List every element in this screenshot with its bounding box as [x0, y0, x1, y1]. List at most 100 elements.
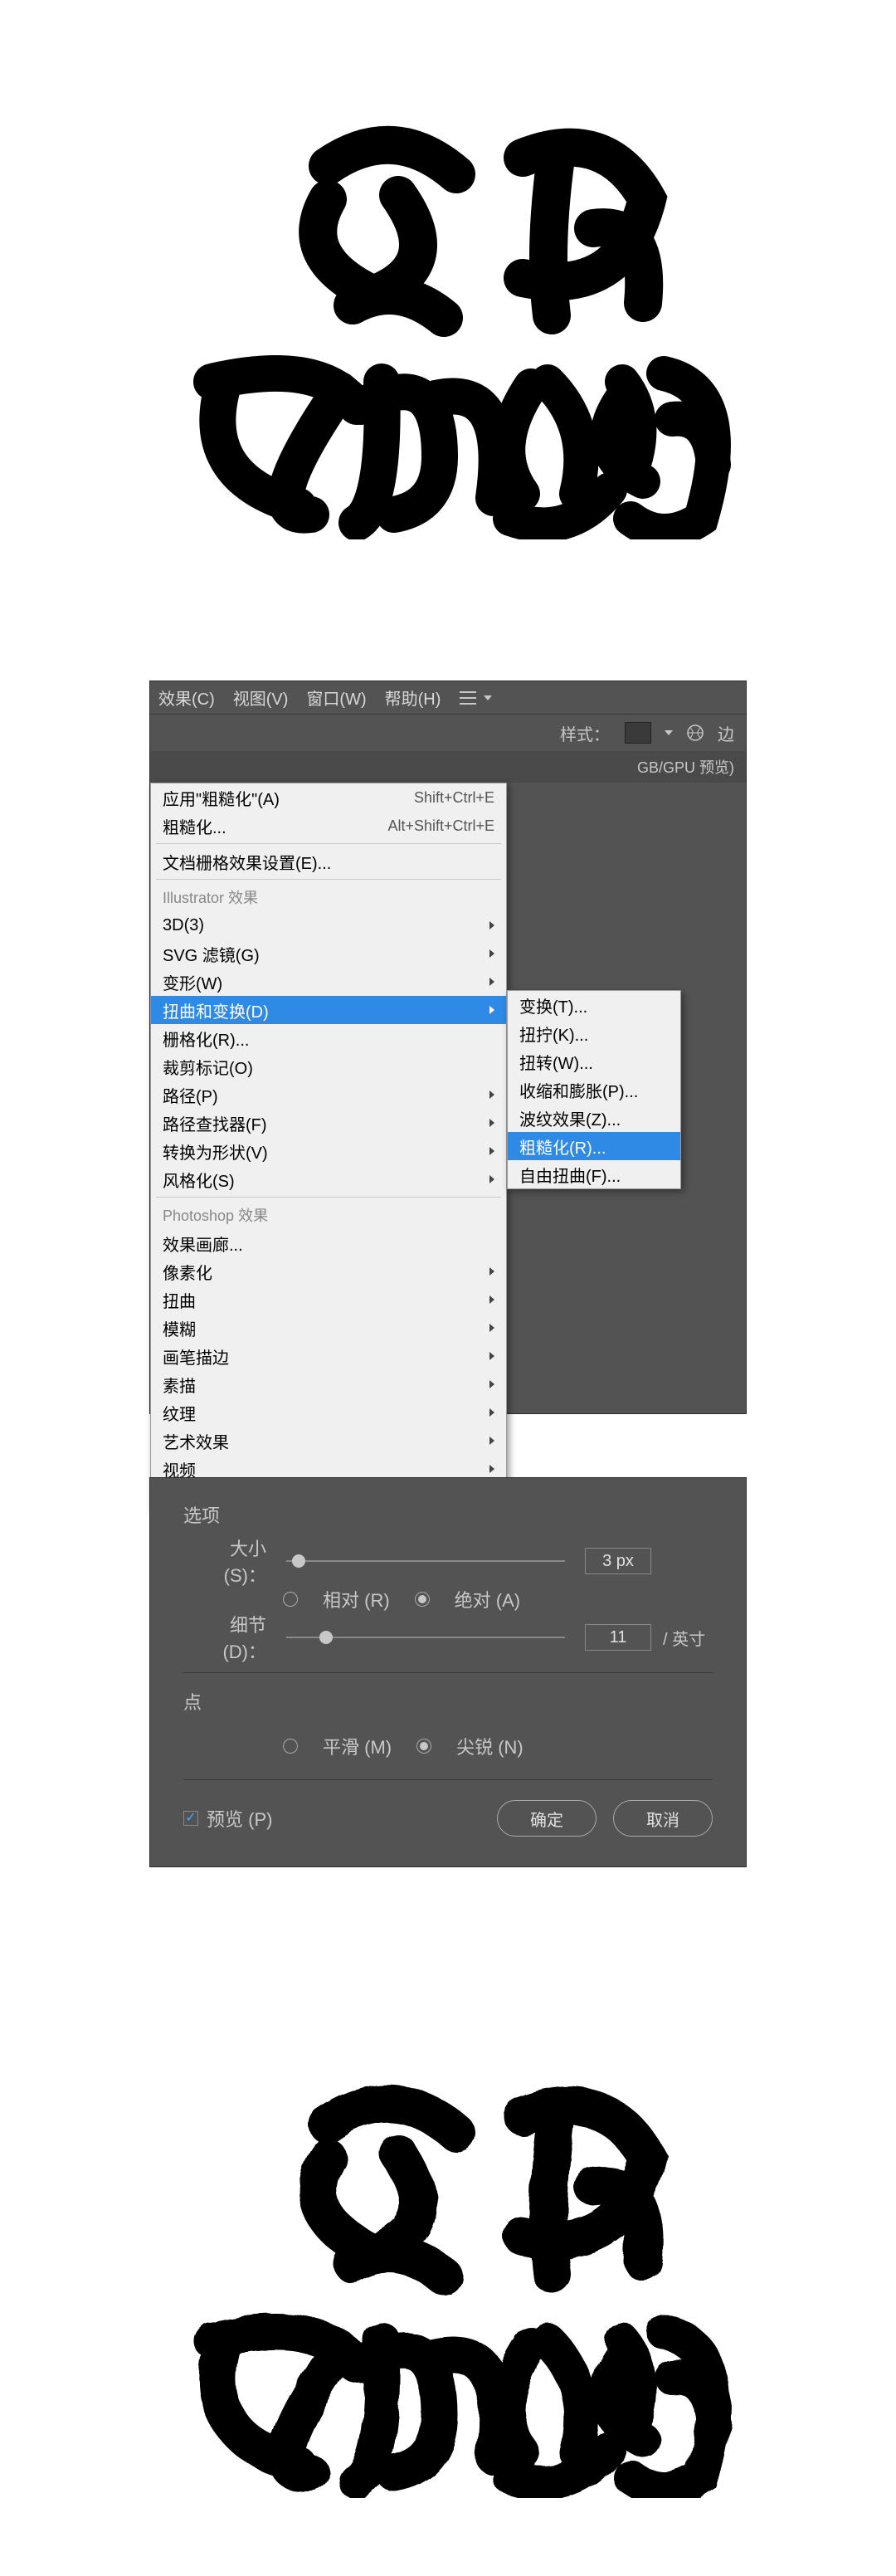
canvas-area: 应用"粗糙化"(A) Shift+Ctrl+E 粗糙化... Alt+Shift…	[150, 783, 746, 1413]
submenu-arrow-icon	[489, 921, 494, 929]
menubar-item-window[interactable]: 窗口(W)	[306, 685, 366, 710]
smooth-radio[interactable]	[283, 1739, 298, 1754]
submenu-arrow-icon	[489, 949, 494, 958]
detail-slider[interactable]	[286, 1637, 565, 1638]
menu-item-stylize[interactable]: 风格化(S)	[151, 1165, 506, 1193]
menu-item-rasterize[interactable]: 栅格化(R)...	[151, 1024, 506, 1052]
shortcut-label: Alt+Shift+Ctrl+E	[387, 817, 494, 835]
submenu-arrow-icon	[489, 1352, 494, 1360]
menu-item-doc-raster-settings[interactable]: 文档栅格效果设置(E)...	[151, 847, 506, 876]
menu-item-effect-gallery[interactable]: 效果画廊...	[151, 1229, 506, 1257]
distort-transform-submenu: 变换(T)... 扭拧(K)... 扭转(W)... 收缩和膨胀(P)... 波…	[507, 990, 681, 1189]
bottom-typography-art	[0, 1992, 896, 2573]
submenu-arrow-icon	[489, 1006, 494, 1014]
size-row: 大小 (S)： 3 px	[183, 1541, 713, 1581]
size-slider[interactable]	[286, 1560, 565, 1562]
custom-lettering-icon	[133, 108, 763, 539]
graphic-style-swatch[interactable]	[625, 722, 651, 744]
menu-separator	[156, 1197, 501, 1198]
menu-item-3d[interactable]: 3D(3)	[151, 911, 506, 939]
detail-label: 细节 (D)：	[183, 1611, 266, 1664]
menu-separator	[156, 879, 501, 880]
menu-item-distort-ps[interactable]: 扭曲	[151, 1286, 506, 1314]
art-canvas	[133, 108, 763, 539]
menubar-item-effects[interactable]: 效果(C)	[158, 685, 215, 710]
menu-item-blur[interactable]: 模糊	[151, 1314, 506, 1342]
dialog-separator	[183, 1672, 713, 1673]
corner-radio-label: 尖锐 (N)	[456, 1733, 523, 1759]
relative-radio[interactable]	[283, 1592, 298, 1607]
options-section-title: 选项	[183, 1501, 713, 1528]
shortcut-label: Shift+Ctrl+E	[414, 789, 494, 807]
smooth-radio-label: 平滑 (M)	[323, 1733, 392, 1759]
submenu-arrow-icon	[489, 1437, 494, 1445]
points-mode-row: 平滑 (M) 尖锐 (N)	[183, 1728, 713, 1764]
app-menubar: 效果(C) 视图(V) 窗口(W) 帮助(H)	[150, 681, 746, 715]
size-slider-knob[interactable]	[292, 1554, 305, 1568]
ok-button[interactable]: 确定	[497, 1800, 597, 1837]
submenu-item-pucker-bloat[interactable]: 收缩和膨胀(P)...	[508, 1076, 680, 1104]
size-value-field[interactable]: 3 px	[585, 1548, 651, 1574]
menu-item-svg-filters[interactable]: SVG 滤镜(G)	[151, 939, 506, 968]
menu-item-artistic[interactable]: 艺术效果	[151, 1427, 506, 1455]
menu-item-convert-shape[interactable]: 转换为形状(V)	[151, 1137, 506, 1165]
submenu-item-transform[interactable]: 变换(T)...	[508, 991, 680, 1019]
menubar-item-view[interactable]: 视图(V)	[233, 685, 289, 710]
menu-item-warp[interactable]: 变形(W)	[151, 968, 506, 996]
submenu-arrow-icon	[489, 1119, 494, 1127]
document-tabbar: GB/GPU 预览)	[150, 751, 746, 783]
submenu-arrow-icon	[489, 1267, 494, 1276]
submenu-item-roughen[interactable]: 粗糙化(R)...	[508, 1132, 680, 1160]
custom-lettering-rough-icon	[133, 2066, 763, 2498]
submenu-arrow-icon	[489, 1295, 494, 1304]
absolute-radio[interactable]	[415, 1592, 430, 1607]
submenu-item-zigzag[interactable]: 波纹效果(Z)...	[508, 1104, 680, 1132]
detail-unit: / 英寸	[663, 1626, 713, 1650]
arrange-docs-icon[interactable]	[459, 690, 477, 705]
detail-value-field[interactable]: 11	[585, 1624, 651, 1651]
preview-checkbox-label: 预览 (P)	[207, 1805, 272, 1832]
art-canvas-roughened	[133, 2066, 763, 2498]
submenu-arrow-icon	[489, 1175, 494, 1183]
menu-header-photoshop: Photoshop 效果	[151, 1201, 506, 1229]
menu-item-path[interactable]: 路径(P)	[151, 1081, 506, 1109]
edge-label: 边	[718, 721, 734, 745]
top-typography-art	[0, 33, 896, 614]
menu-item-distort-transform[interactable]: 扭曲和变换(D)	[151, 996, 506, 1024]
detail-slider-knob[interactable]	[319, 1631, 333, 1644]
submenu-arrow-icon	[489, 1147, 494, 1155]
points-section-title: 点	[183, 1688, 713, 1715]
effects-menu: 应用"粗糙化"(A) Shift+Ctrl+E 粗糙化... Alt+Shift…	[150, 783, 507, 1512]
style-dropdown-icon[interactable]	[665, 730, 673, 735]
menu-item-pathfinder[interactable]: 路径查找器(F)	[151, 1109, 506, 1137]
menu-item-texture[interactable]: 纹理	[151, 1398, 506, 1427]
submenu-arrow-icon	[489, 1408, 494, 1417]
detail-row: 细节 (D)： 11 / 英寸	[183, 1617, 713, 1657]
absolute-radio-label: 绝对 (A)	[455, 1586, 520, 1612]
menu-separator	[156, 843, 501, 844]
menu-item-brush-strokes[interactable]: 画笔描边	[151, 1342, 506, 1370]
menu-item-sketch[interactable]: 素描	[151, 1370, 506, 1398]
menu-item-roughen-last[interactable]: 粗糙化... Alt+Shift+Ctrl+E	[151, 812, 506, 840]
size-label: 大小 (S)：	[183, 1534, 266, 1588]
menu-item-apply-last[interactable]: 应用"粗糙化"(A) Shift+Ctrl+E	[151, 783, 506, 812]
arrange-dropdown-arrow[interactable]	[484, 695, 492, 700]
menubar-item-help[interactable]: 帮助(H)	[385, 685, 441, 710]
submenu-item-tweak[interactable]: 扭拧(K)...	[508, 1019, 680, 1047]
submenu-arrow-icon	[489, 1090, 494, 1099]
preview-checkbox[interactable]	[183, 1811, 198, 1826]
menu-header-illustrator: Illustrator 效果	[151, 883, 506, 911]
opacity-icon[interactable]	[686, 724, 704, 742]
roughen-dialog: 选项 大小 (S)： 3 px 相对 (R) 绝对 (A) 细节 (D)： 11…	[149, 1477, 747, 1867]
dialog-footer: 预览 (P) 确定 取消	[183, 1800, 713, 1837]
menu-item-pixelate[interactable]: 像素化	[151, 1257, 506, 1286]
menu-item-crop-marks[interactable]: 裁剪标记(O)	[151, 1052, 506, 1081]
document-tab-label[interactable]: GB/GPU 预览)	[637, 756, 734, 778]
dialog-separator	[183, 1779, 713, 1780]
submenu-arrow-icon	[489, 978, 494, 986]
submenu-item-twist[interactable]: 扭转(W)...	[508, 1047, 680, 1076]
style-label: 样式：	[560, 721, 610, 745]
corner-radio[interactable]	[416, 1739, 431, 1754]
cancel-button[interactable]: 取消	[613, 1800, 713, 1837]
submenu-item-free-distort[interactable]: 自由扭曲(F)...	[508, 1160, 680, 1188]
